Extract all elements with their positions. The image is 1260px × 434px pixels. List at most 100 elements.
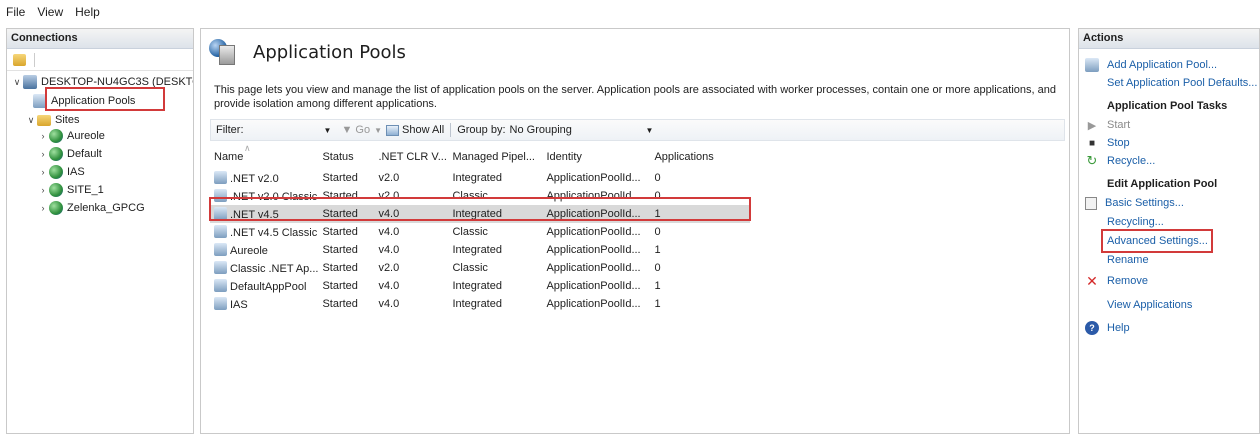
show-all-label: Show All <box>402 124 445 136</box>
expand-icon[interactable]: › <box>37 149 49 159</box>
basic-settings-action[interactable]: Basic Settings... <box>1085 194 1184 212</box>
menu-file[interactable]: File <box>6 5 25 19</box>
collapse-icon[interactable]: ∨ <box>25 115 37 126</box>
go-label: Go <box>355 124 371 136</box>
view-applications-action[interactable]: View Applications <box>1107 296 1192 314</box>
filter-input[interactable] <box>248 122 318 138</box>
connections-tree: ∨ DESKTOP-NU4GC3S (DESKTO Application Po… <box>7 73 193 253</box>
tree-site-label: SITE_1 <box>67 184 104 196</box>
page-title: Application Pools <box>253 41 406 63</box>
server-icon <box>23 75 37 89</box>
tree-site-zelenka[interactable]: › Zelenka_GPCG <box>37 199 145 217</box>
show-all-button[interactable]: Show All <box>386 124 444 136</box>
expand-icon[interactable]: › <box>37 131 49 141</box>
new-connection-icon[interactable] <box>13 53 26 66</box>
tree-server-label: DESKTOP-NU4GC3S (DESKTO <box>41 76 194 88</box>
app-pool-icon <box>214 279 227 292</box>
site-globe-icon <box>49 183 63 197</box>
play-icon: ▶ <box>1087 119 1097 132</box>
recycling-action[interactable]: Recycling... <box>1107 213 1164 231</box>
group-by-select[interactable]: No Grouping <box>510 124 640 136</box>
stop-icon: ■ <box>1088 137 1096 149</box>
show-all-icon <box>386 124 399 136</box>
app-pool-icon <box>214 297 227 310</box>
group-by-dropdown-icon[interactable]: ▼ <box>640 126 660 135</box>
app-pool-icon <box>214 225 227 238</box>
column-managed-pipeline[interactable]: Managed Pipel... <box>448 145 542 169</box>
column-identity[interactable]: Identity <box>542 145 650 169</box>
page-header: Application Pools <box>209 37 406 67</box>
filter-label: Filter: <box>216 124 244 136</box>
table-row[interactable]: .NET v2.0 Classic Started v2.0 Classic Appl… <box>210 187 750 205</box>
sites-folder-icon <box>37 114 51 126</box>
site-globe-icon <box>49 201 63 215</box>
go-dropdown-icon[interactable]: ▼ <box>374 126 382 135</box>
column-name[interactable]: ∧ Name <box>210 143 318 169</box>
menu-help[interactable]: Help <box>75 5 100 19</box>
tree-site-site1[interactable]: › SITE_1 <box>37 181 104 199</box>
table-row[interactable]: IAS Started v4.0 Integrated ApplicationPool… <box>210 295 750 313</box>
app-pool-icon <box>214 261 227 274</box>
connections-header: Connections <box>7 29 193 49</box>
table-row-selected[interactable]: .NET v4.5 Started v4.0 Integrated Applicati… <box>210 205 751 223</box>
settings-page-icon <box>1085 196 1097 210</box>
column-clr-version[interactable]: .NET CLR V... <box>374 145 448 169</box>
go-button[interactable]: ▼ Go ▼ <box>342 124 383 136</box>
page-description: This page lets you view and manage the l… <box>214 84 1056 110</box>
help-icon: ? <box>1085 321 1099 335</box>
menu-view[interactable]: View <box>37 5 63 19</box>
tree-server[interactable]: ∨ DESKTOP-NU4GC3S (DESKTO <box>11 73 194 91</box>
toolbar-separator <box>450 123 452 137</box>
application-pool-tasks-header: Application Pool Tasks <box>1107 100 1228 112</box>
site-globe-icon <box>49 165 63 179</box>
tree-site-ias[interactable]: › IAS <box>37 163 85 181</box>
tree-application-pools[interactable]: Application Pools <box>33 92 135 110</box>
add-application-pool-action[interactable]: Add Application Pool... <box>1085 56 1217 74</box>
expand-icon[interactable]: › <box>37 203 49 213</box>
application-pools-pane: Application Pools This page lets you vie… <box>200 28 1070 434</box>
tree-application-pools-label: Application Pools <box>51 95 136 107</box>
filter-bar: Filter: ▼ ▼ Go ▼ Show All Group by: No G… <box>210 119 1065 141</box>
menu-bar: File View Help <box>0 0 1260 24</box>
table-row[interactable]: .NET v2.0 Started v2.0 Integrated Applicati… <box>210 169 750 187</box>
app-pool-icon <box>214 171 227 184</box>
tree-site-label: IAS <box>67 166 85 178</box>
toolbar-separator <box>34 52 35 67</box>
expand-icon[interactable]: › <box>37 185 49 195</box>
sort-icon: ∧ <box>244 143 251 153</box>
site-globe-icon <box>49 147 63 161</box>
rename-action[interactable]: Rename <box>1107 251 1149 269</box>
recycle-icon: ↻ <box>1086 153 1098 168</box>
remove-action[interactable]: ✕ Remove <box>1085 272 1148 290</box>
table-row[interactable]: Aureole Started v4.0 Integrated Application… <box>210 241 750 259</box>
tree-site-label: Default <box>67 148 102 160</box>
connections-pane: Connections ∨ DESKTOP-NU4GC3S (DESKTO Ap… <box>6 28 194 434</box>
connections-toolbar <box>7 49 193 71</box>
app-pool-icon <box>214 243 227 256</box>
table-row[interactable]: DefaultAppPool Started v4.0 Integrated Appl… <box>210 277 750 295</box>
add-pool-icon <box>1085 58 1099 72</box>
set-application-pool-defaults-action[interactable]: Set Application Pool Defaults... <box>1107 74 1257 92</box>
advanced-settings-action[interactable]: Advanced Settings... <box>1107 232 1208 250</box>
tree-site-label: Zelenka_GPCG <box>67 202 145 214</box>
column-applications[interactable]: Applications <box>650 145 750 169</box>
remove-x-icon: ✕ <box>1086 272 1098 289</box>
edit-application-pool-header: Edit Application Pool <box>1107 178 1218 190</box>
table-row[interactable]: .NET v4.5 Classic Started v4.0 Classic Appl… <box>210 223 750 241</box>
expand-icon[interactable]: › <box>37 167 49 177</box>
recycle-action[interactable]: ↻ Recycle... <box>1085 152 1156 170</box>
site-globe-icon <box>49 129 63 143</box>
table-header-row: ∧ Name Status .NET CLR V... Managed Pipel… <box>210 143 750 169</box>
column-status[interactable]: Status <box>318 145 374 169</box>
application-pools-large-icon <box>209 37 239 67</box>
filter-dropdown-icon[interactable]: ▼ <box>318 126 338 135</box>
help-action[interactable]: ? Help <box>1085 319 1130 337</box>
collapse-icon[interactable]: ∨ <box>11 77 23 88</box>
application-pools-table: ∧ Name Status .NET CLR V... Managed Pipel… <box>210 143 751 313</box>
tree-site-aureole[interactable]: › Aureole <box>37 127 105 145</box>
tree-site-default[interactable]: › Default <box>37 145 102 163</box>
start-action[interactable]: ▶ Start <box>1085 116 1130 134</box>
table-row[interactable]: Classic .NET Ap... Started v2.0 Classic App… <box>210 259 750 277</box>
stop-action[interactable]: ■ Stop <box>1085 134 1130 152</box>
tree-sites-label: Sites <box>55 114 80 126</box>
